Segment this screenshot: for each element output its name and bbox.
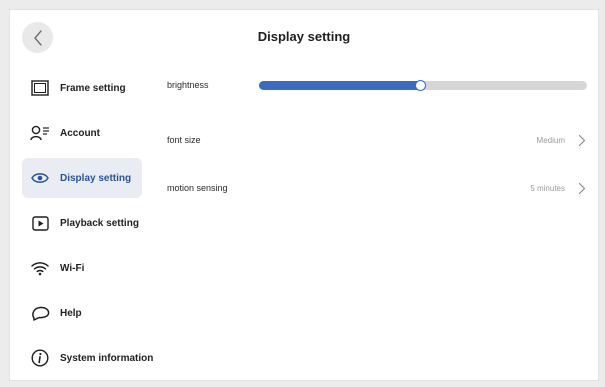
sidebar-item-display-setting[interactable]: Display setting [22, 158, 142, 198]
sidebar-item-label: Wi-Fi [60, 262, 85, 274]
sidebar-item-wifi[interactable]: Wi-Fi [22, 248, 142, 288]
sidebar-item-frame-setting[interactable]: Frame setting [22, 68, 142, 108]
sidebar-item-label: Account [60, 127, 100, 139]
brightness-slider[interactable] [259, 79, 587, 91]
motion-sensing-label: motion sensing [167, 183, 228, 193]
sidebar-item-account[interactable]: Account [22, 113, 142, 153]
sidebar-item-label: System information [60, 352, 154, 364]
brightness-slider-fill [259, 80, 420, 90]
sidebar-item-label: Help [60, 307, 82, 319]
chevron-right-icon[interactable] [577, 181, 587, 195]
motion-sensing-row[interactable]: motion sensing 5 minutes [167, 178, 587, 198]
eye-icon [29, 167, 51, 189]
wifi-icon [29, 257, 51, 279]
sidebar-item-label: Display setting [60, 172, 132, 184]
chevron-right-icon[interactable] [577, 133, 587, 147]
display-setting-screen: Display setting Frame setting Account Di… [9, 9, 599, 381]
chat-bubble-icon [29, 302, 51, 324]
brightness-label: brightness [167, 80, 209, 90]
brightness-row: brightness [167, 75, 587, 95]
font-size-row[interactable]: font size Medium [167, 130, 587, 150]
play-icon [29, 212, 51, 234]
font-size-value: Medium [536, 135, 565, 145]
sidebar-item-playback-setting[interactable]: Playback setting [22, 203, 142, 243]
sidebar-item-help[interactable]: Help [22, 293, 142, 333]
brightness-slider-knob[interactable] [414, 79, 426, 91]
page-title: Display setting [257, 29, 351, 44]
sidebar-item-system-information[interactable]: System information [22, 338, 153, 378]
sidebar-item-label: Frame setting [60, 82, 126, 94]
sidebar-item-label: Playback setting [60, 217, 139, 229]
frame-icon [29, 77, 51, 99]
account-list-icon [29, 122, 51, 144]
motion-sensing-value: 5 minutes [530, 183, 565, 193]
info-icon [29, 347, 51, 369]
font-size-label: font size [167, 135, 201, 145]
sidebar: Frame setting Account Display setting Pl… [22, 68, 153, 383]
